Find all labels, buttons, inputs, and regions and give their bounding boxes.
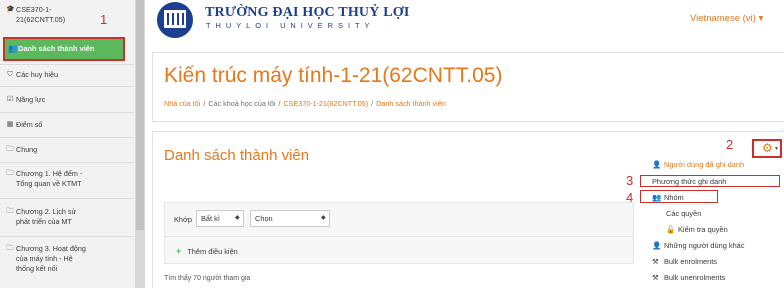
page-title: Kiến trúc máy tính-1-21(62CNTT.05) (164, 64, 503, 87)
language-menu[interactable]: Vietnamese (vi) ▾ (690, 13, 763, 24)
sidebar-divider (0, 64, 134, 65)
breadcrumb-home[interactable]: Nhà của tôi (164, 99, 200, 108)
match-select[interactable]: Bất kì ◆ (196, 210, 244, 227)
checkbox-icon: ☑ (6, 96, 14, 103)
table-icon: ▦ (6, 121, 14, 128)
annotation-4: 4 (626, 190, 634, 205)
plus-icon: + (176, 246, 182, 256)
menu-item-bulk-enrolments[interactable]: ⚒ Bulk enrolments (652, 257, 717, 266)
folder-icon: 🗀 (6, 146, 14, 153)
sidebar-item-label: Chung (16, 145, 38, 154)
menu-item-enrolment-methods[interactable]: Phương thức ghi danh (652, 177, 726, 186)
menu-item-check-permissions[interactable]: 🔓 Kiểm tra quyền (666, 225, 728, 234)
sidebar-item-label: CSE370-1- (16, 5, 52, 14)
sidebar-item-label: Điểm số (16, 120, 43, 129)
sidebar-item-badges[interactable]: ⛉ Các huy hiệu (0, 70, 134, 80)
menu-item-groups[interactable]: 👥 Nhóm (652, 193, 684, 202)
match-label: Khớp (174, 215, 192, 224)
folder-icon: 🗀 (6, 170, 14, 177)
folder-icon: 🗀 (6, 208, 14, 215)
sidebar-item-label: Các huy hiệu (16, 70, 58, 79)
add-condition-button[interactable]: + Thêm điều kiện (176, 246, 238, 256)
user-plus-icon: 👤 (652, 241, 662, 250)
hammer-icon: ⚒ (652, 257, 659, 266)
menu-item-permissions[interactable]: Các quyền (666, 209, 701, 218)
filter-divider (164, 236, 634, 237)
menu-item-enrolled-users[interactable]: 👤 Người dùng đã ghi danh (652, 160, 744, 169)
graduation-cap-icon: 🎓 (6, 6, 15, 13)
gear-icon: ⚙ (762, 141, 773, 155)
sidebar-item-label: phát triển của MT (16, 217, 72, 226)
sidebar-item-chapter-1[interactable]: 🗀 Chương 1. Hệ đếm - Tổng quan về KTMT (0, 169, 134, 189)
breadcrumb-course[interactable]: CSE370-1-21(62CNTT.05) (283, 99, 368, 108)
sidebar-item-label: thống kết nối (16, 264, 58, 273)
sidebar-item-label: của máy tính - Hệ (16, 254, 73, 263)
user-plus-icon: 👤 (652, 160, 662, 169)
hammer-icon: ⚒ (652, 273, 659, 282)
users-icon: 👥 (8, 44, 18, 53)
sidebar-item-label: Tổng quan về KTMT (16, 179, 82, 188)
breadcrumb-participants[interactable]: Danh sách thành viên (376, 99, 446, 108)
select-caret-icon: ◆ (235, 215, 240, 221)
breadcrumb-my-courses[interactable]: Các khoá học của tôi (208, 99, 275, 108)
select-caret-icon: ◆ (321, 215, 326, 221)
sidebar-item-course-line2[interactable]: 21(62CNTT.05) (0, 15, 134, 25)
sidebar-item-chapter-3[interactable]: 🗀 Chương 3. Hoạt động của máy tính - Hệ … (0, 244, 134, 274)
sidebar-item-label: Năng lực (16, 95, 46, 104)
sidebar-item-chapter-2[interactable]: 🗀 Chương 2. Lịch sử phát triển của MT (0, 207, 134, 227)
sidebar-item-label: Chương 3. Hoạt động (16, 244, 86, 253)
menu-item-bulk-unenrolments[interactable]: ⚒ Bulk unenrolments (652, 273, 725, 282)
participants-heading: Danh sách thành viên (164, 147, 310, 164)
annotation-2: 2 (726, 137, 734, 152)
sidebar-item-participants[interactable]: 👥 Danh sách thành viên (3, 37, 125, 61)
annotation-1: 1 (100, 12, 108, 27)
sidebar-item-label: 21(62CNTT.05) (16, 15, 66, 24)
sidebar-item-label: Chương 1. Hệ đếm - (16, 169, 83, 178)
unlock-icon: 🔓 (666, 225, 676, 234)
sidebar-divider (0, 112, 134, 113)
sidebar-item-competencies[interactable]: ☑ Năng lực (0, 95, 134, 105)
filter-type-select[interactable]: Chọn ◆ (250, 210, 330, 227)
university-logo-icon[interactable] (157, 2, 193, 38)
participants-count: Tìm thấy 70 người tham gia (164, 275, 251, 282)
sidebar-item-label: Chương 2. Lịch sử (16, 207, 77, 216)
sidebar-divider (0, 137, 134, 138)
shield-icon: ⛉ (7, 71, 13, 78)
folder-icon: 🗀 (6, 245, 14, 252)
breadcrumb: Nhà của tôi / Các khoá học của tôi / CSE370-… (164, 99, 446, 108)
logo-subtitle: THUYLOI UNIVERSITY (206, 21, 375, 30)
sidebar-divider (0, 236, 134, 237)
sidebar-divider (0, 86, 134, 87)
sidebar-divider (0, 162, 134, 163)
actions-menu-toggle[interactable]: ⚙ ▼ (752, 139, 782, 158)
sidebar-item-course[interactable]: 🎓 CSE370-1- (0, 5, 134, 15)
users-icon: 👥 (652, 193, 662, 202)
sidebar-item-general[interactable]: 🗀 Chung (0, 145, 134, 155)
sidebar-scrollbar-thumb[interactable] (136, 0, 144, 230)
sidebar-divider (0, 198, 134, 199)
chevron-down-icon: ▼ (774, 146, 779, 152)
annotation-3: 3 (626, 173, 634, 188)
sidebar-item-label: Danh sách thành viên (18, 44, 95, 53)
sidebar-item-grades[interactable]: ▦ Điểm số (0, 120, 134, 130)
logo-title[interactable]: TRƯỜNG ĐẠI HỌC THUỶ LỢI (205, 5, 410, 21)
menu-item-other-users[interactable]: 👤 Những người dùng khác (652, 241, 745, 250)
